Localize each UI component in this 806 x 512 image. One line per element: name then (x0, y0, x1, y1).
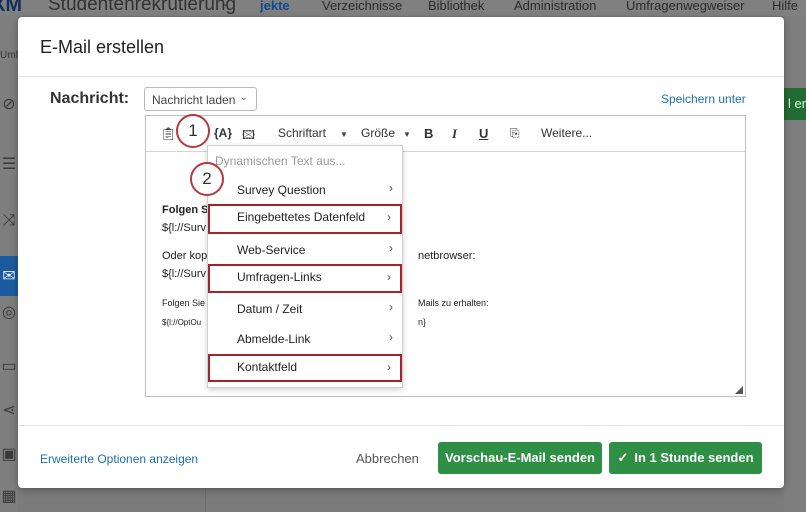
nav-help: Hilfe (772, 0, 799, 13)
more-button[interactable]: Weitere... (541, 126, 592, 140)
background-divider (205, 486, 206, 512)
menu-item-web-service[interactable]: Web-Service › (208, 237, 402, 263)
chevron-down-icon: ⌄ (239, 92, 248, 103)
chevron-right-icon: › (389, 330, 393, 344)
menu-item-survey-links[interactable]: Umfragen-Links › (208, 264, 402, 293)
nav-guide: Umfragenwegweiser (626, 0, 745, 13)
menu-item-label: Web-Service (237, 243, 306, 257)
header-divider (18, 76, 784, 77)
qr-icon: ▦ (1, 488, 17, 505)
advanced-options-link[interactable]: Erweiterte Optionen anzeigen (40, 452, 198, 466)
message-label: Nachricht: (50, 90, 130, 107)
menu-item-survey-question[interactable]: Survey Question › (208, 177, 402, 203)
fingerprint-icon: ◎ (2, 304, 16, 321)
nav-library: Bibliothek (428, 0, 485, 13)
menu-item-label: Eingebettetes Datenfeld (237, 210, 366, 224)
load-message-label: Nachricht laden (152, 93, 236, 107)
resize-handle[interactable] (735, 386, 743, 394)
step-marker-2: 2 (190, 162, 224, 196)
body-line: Folgen Sie (162, 298, 206, 308)
monitor-icon: ▣ (1, 446, 17, 463)
body-line: Mails zu erhalten: (418, 298, 489, 308)
font-label: Schriftart (278, 126, 327, 140)
body-line: n} (418, 317, 427, 327)
menu-header: Dynamischen Text aus... (215, 154, 346, 168)
body-line: Oder kop (162, 250, 208, 262)
send-in-1-hour-button[interactable]: ✓ In 1 Stunde senden (609, 442, 762, 474)
load-message-dropdown[interactable]: Nachricht laden ⌄ (144, 87, 257, 111)
step-marker-1: 1 (176, 114, 210, 148)
check-icon: ✓ (617, 450, 629, 465)
dynamic-text-button[interactable]: {A} (214, 126, 232, 140)
dynamic-text-menu: Dynamischen Text aus... Survey Question ›… (207, 145, 403, 388)
bold-button[interactable]: B (424, 126, 433, 141)
send-label: In 1 Stunde senden (634, 450, 754, 465)
project-title: Studentenrekrutierung (48, 0, 237, 15)
underline-button[interactable]: U (479, 126, 488, 141)
list-icon: ☰ (1, 156, 17, 173)
cancel-button[interactable]: Abbrechen (356, 451, 419, 466)
nav-directories: Verzeichnisse (322, 0, 403, 13)
background-bottom (18, 486, 784, 512)
mail-icon: ✉ (0, 256, 18, 296)
menu-item-date-time[interactable]: Datum / Zeit › (208, 296, 402, 322)
chevron-right-icon: › (389, 181, 393, 195)
app-logo: XM (0, 0, 22, 16)
menu-item-label: Kontaktfeld (237, 360, 298, 374)
body-line: ${l://Surv (162, 268, 207, 280)
block-icon: ⊘ (2, 96, 16, 113)
chevron-down-icon: ⌄ (220, 0, 231, 9)
save-under-link[interactable]: Speichern unter (661, 92, 746, 106)
send-preview-button[interactable]: Vorschau-E-Mail senden (438, 442, 602, 474)
chevron-right-icon: › (387, 360, 391, 374)
menu-item-contact-field[interactable]: Kontaktfeld › (208, 354, 402, 382)
image-icon[interactable]: 🖾 (242, 126, 255, 147)
size-label: Größe (361, 126, 396, 140)
menu-item-opt-out-link[interactable]: Abmelde-Link › (208, 326, 402, 352)
comment-icon: ▭ (1, 358, 17, 375)
chevron-right-icon: › (389, 241, 393, 255)
menu-item-label: Umfragen-Links (237, 270, 322, 284)
menu-item-label: Abmelde-Link (237, 332, 311, 346)
nav-projects: jekte (260, 0, 290, 13)
dialog-title: E-Mail erstellen (40, 37, 165, 57)
menu-item-embedded-data[interactable]: Eingebettetes Datenfeld › (208, 204, 402, 234)
caret-down-icon: ▼ (403, 130, 411, 139)
clipboard-icon[interactable]: 📋︎ (160, 126, 177, 142)
italic-button[interactable]: I (452, 126, 457, 142)
size-dropdown[interactable]: Größe (361, 126, 395, 140)
body-line: ${l://OptOu (162, 318, 202, 327)
background-create-button: l ers (784, 88, 806, 120)
footer-divider (18, 425, 784, 426)
background-sidebar: Umf ⊘ ☰ ⤨ ✉ ◎ ▭ ⋖ ▣ ▦ (0, 16, 18, 512)
source-icon[interactable]: ⎘ (510, 126, 520, 141)
nav-admin: Administration (514, 0, 597, 13)
caret-down-icon: ▼ (340, 130, 348, 139)
menu-item-label: Datum / Zeit (237, 302, 303, 316)
body-line: Folgen S (162, 204, 209, 216)
sidebar-partial-label: Umf (0, 50, 19, 61)
menu-item-label: Survey Question (237, 183, 326, 197)
chevron-right-icon: › (387, 210, 391, 224)
font-dropdown[interactable]: Schriftart (278, 126, 326, 140)
background-header: XM Studentenrekrutierung ⌄ jekte Verzeic… (0, 0, 806, 16)
body-line: ${l://Surv (162, 222, 207, 234)
chevron-right-icon: › (389, 300, 393, 314)
workflow-icon: ⤨ (2, 212, 16, 229)
share-icon: ⋖ (2, 402, 16, 419)
body-line: netbrowser: (418, 250, 476, 262)
chevron-right-icon: › (387, 270, 391, 284)
